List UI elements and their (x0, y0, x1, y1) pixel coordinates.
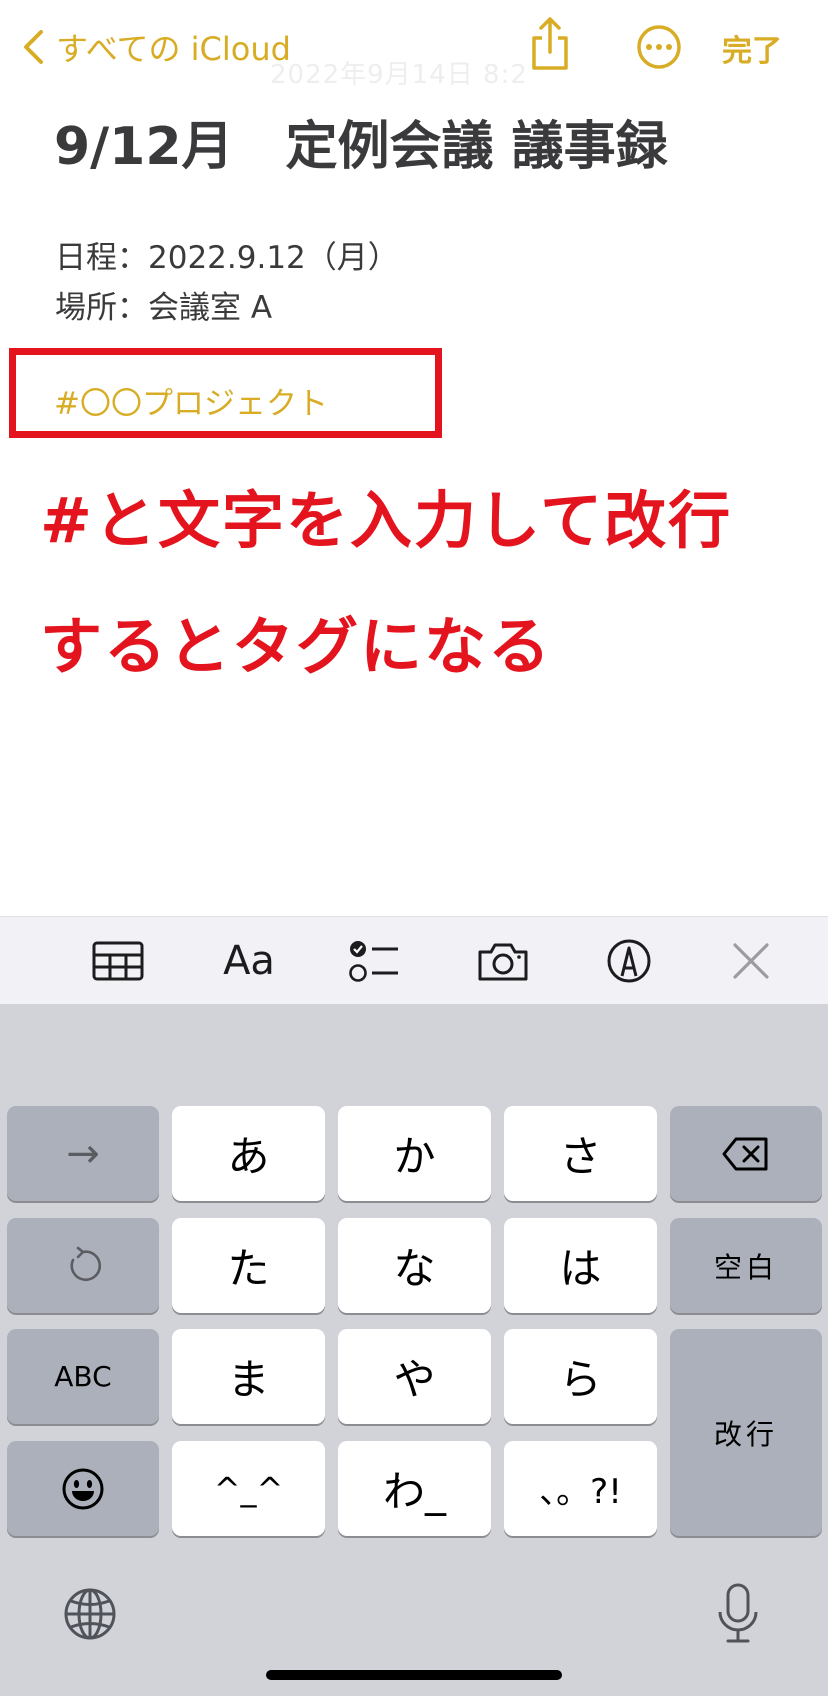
key-ra-label: ら (559, 1355, 602, 1404)
note-line-place[interactable]: 場所：会議室 A (55, 282, 272, 327)
key-space-label: 空白 (713, 1250, 778, 1284)
globe-button[interactable] (62, 1586, 118, 1642)
camera-button[interactable] (476, 935, 530, 987)
table-icon (92, 941, 144, 981)
key-ra[interactable]: ら (504, 1329, 657, 1424)
key-delete[interactable] (670, 1106, 822, 1201)
key-na[interactable]: な (338, 1218, 491, 1313)
back-button[interactable]: すべての iCloud (22, 22, 291, 72)
key-undo[interactable] (7, 1218, 159, 1313)
key-arrow-right[interactable]: → (7, 1106, 159, 1201)
key-return-label: 改行 (713, 1417, 778, 1451)
key-a[interactable]: あ (172, 1106, 325, 1201)
microphone-icon (718, 1583, 758, 1643)
key-ka[interactable]: か (338, 1106, 491, 1201)
arrow-right-icon: → (66, 1130, 100, 1177)
checklist-icon (349, 941, 398, 982)
emoji-icon (62, 1468, 104, 1509)
camera-icon (478, 943, 528, 981)
table-button[interactable] (92, 935, 144, 987)
note-date-faint: 2022年9月14日 8:2 (270, 60, 528, 90)
key-ma[interactable]: ま (172, 1329, 325, 1424)
key-wa[interactable]: わ_ (338, 1441, 491, 1536)
navigation-bar: すべての iCloud 2022年9月14日 8:2 完了 (0, 0, 828, 96)
key-sa[interactable]: さ (504, 1106, 657, 1201)
key-abc[interactable]: ABC (7, 1329, 159, 1424)
delete-backspace-icon (722, 1137, 768, 1170)
key-punctuation[interactable]: 、。?! (504, 1441, 657, 1536)
key-ta[interactable]: た (172, 1218, 325, 1313)
undo-icon (70, 1246, 102, 1281)
kana-keyboard: → あ か さ た な は 空白 ABC ま や ら 改行 ^_^ わ_ 、。?… (0, 1004, 828, 1696)
key-ka-label: か (393, 1132, 436, 1181)
share-icon (532, 17, 568, 70)
ellipsis-circle-icon (637, 25, 681, 69)
key-ya[interactable]: や (338, 1329, 491, 1424)
key-kaomoji-label: ^_^ (213, 1469, 284, 1508)
key-ha[interactable]: は (504, 1218, 657, 1313)
key-return[interactable]: 改行 (670, 1329, 822, 1536)
note-line-date[interactable]: 日程：2022.9.12（月） (55, 232, 399, 277)
markup-button[interactable] (606, 935, 652, 987)
close-icon (733, 943, 769, 979)
globe-icon (64, 1588, 116, 1640)
dictation-button[interactable] (716, 1582, 760, 1646)
key-ha-label: は (559, 1244, 602, 1293)
key-a-label: あ (227, 1132, 270, 1181)
key-wa-label: わ_ (382, 1467, 446, 1516)
chevron-left-icon (24, 30, 43, 64)
note-tag[interactable]: #〇〇プロジェクト (54, 378, 328, 423)
format-button[interactable]: Aa (216, 935, 282, 987)
key-ma-label: ま (227, 1355, 270, 1404)
note-title[interactable]: 9/12月 定例会議 議事録 (54, 104, 668, 179)
annotation-line-1: #と文字を入力して改行 (40, 484, 733, 557)
key-ta-label: た (227, 1244, 270, 1293)
share-button[interactable] (528, 16, 572, 72)
close-toolbar-button[interactable] (732, 935, 770, 987)
key-ya-label: や (393, 1355, 436, 1404)
annotation-line-2: するとタグになる (40, 610, 553, 683)
more-button[interactable] (636, 24, 682, 70)
key-punctuation-label: 、。?! (539, 1472, 622, 1512)
home-indicator[interactable] (266, 1670, 562, 1680)
checklist-button[interactable] (348, 935, 400, 987)
key-sa-label: さ (559, 1132, 602, 1181)
key-abc-label: ABC (54, 1360, 112, 1393)
key-emoji[interactable] (7, 1441, 159, 1536)
done-button[interactable]: 完了 (722, 26, 782, 70)
markup-icon (607, 939, 651, 983)
key-na-label: な (393, 1244, 436, 1293)
back-button-label: すべての iCloud (56, 30, 291, 68)
format-icon: Aa (223, 938, 275, 984)
key-space[interactable]: 空白 (670, 1218, 822, 1313)
key-kaomoji[interactable]: ^_^ (172, 1441, 325, 1536)
editing-toolbar: Aa (0, 916, 828, 1005)
